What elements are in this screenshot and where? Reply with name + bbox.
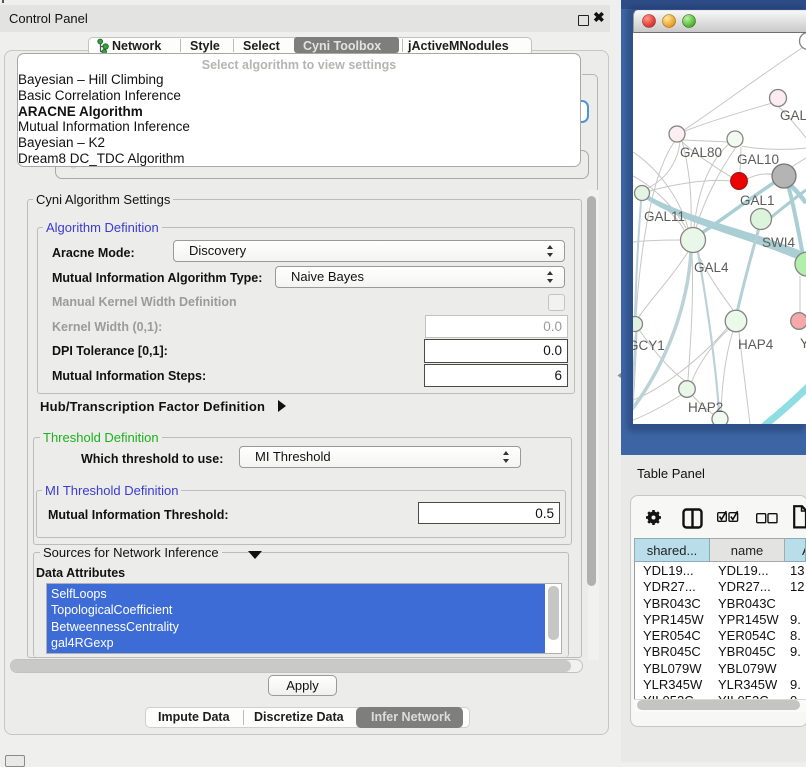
svg-text:GAL4: GAL4 [694, 260, 729, 275]
svg-text:GCY1: GCY1 [633, 338, 665, 353]
svg-text:SWI4: SWI4 [762, 235, 795, 250]
svg-text:GAL80: GAL80 [680, 145, 722, 160]
svg-text:GAL10: GAL10 [737, 152, 779, 167]
svg-text:GAL1: GAL1 [740, 193, 775, 208]
svg-text:HAP2: HAP2 [688, 400, 723, 415]
svg-text:Y: Y [800, 336, 806, 351]
svg-text:HAP4: HAP4 [738, 337, 774, 352]
svg-text:GAL11: GAL11 [644, 209, 685, 224]
svg-text:GAL: GAL [780, 108, 806, 123]
